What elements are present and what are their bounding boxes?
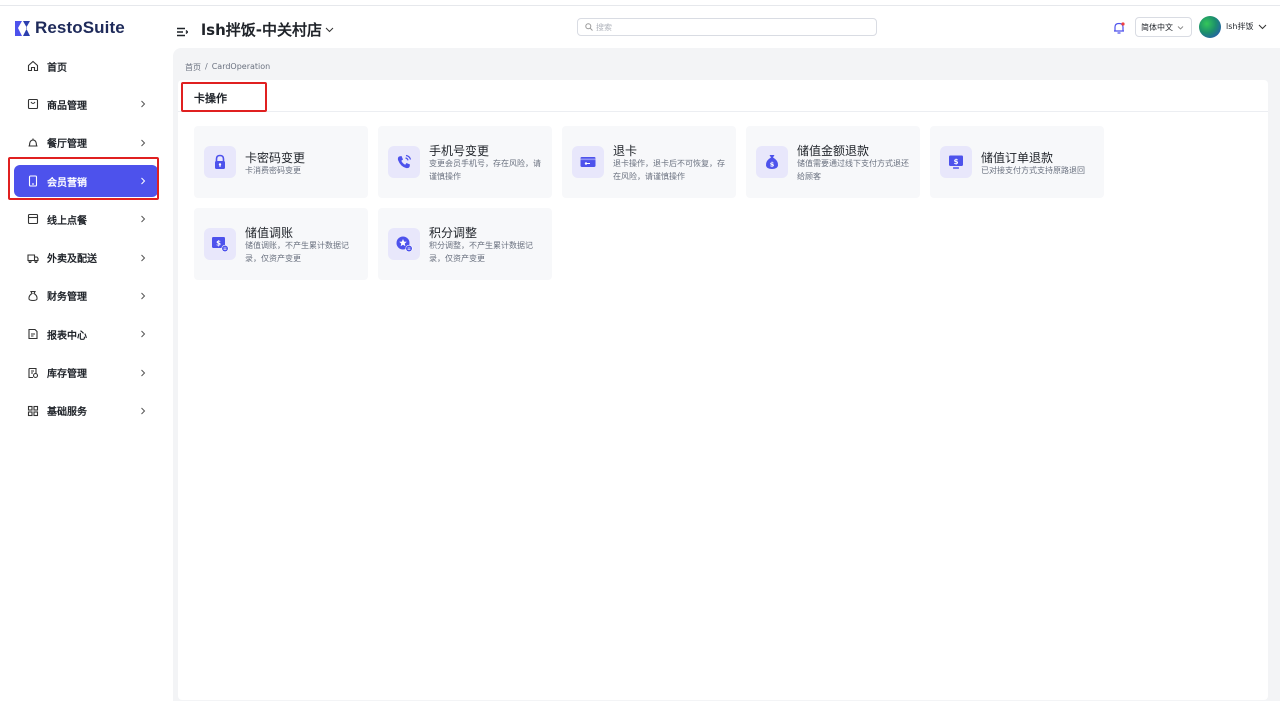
sidebar-item-home[interactable]: 首页 [0,47,173,85]
sidebar-item-label: 商品管理 [47,100,87,112]
menu-collapse-icon[interactable] [176,23,189,37]
delivery-icon [27,252,39,264]
chevron-right-icon [139,292,147,300]
operation-card-password-change[interactable]: 卡密码变更 卡消费密码变更 [194,126,368,198]
sidebar-item-finance[interactable]: 财务管理 [0,277,173,315]
phone-icon [388,146,420,178]
operation-card-stored-value-adjust[interactable]: $ 储值调账 储值调账，不产生累计数据记录，仅资产变更 [194,208,368,280]
operation-title: 积分调整 [429,226,478,240]
sidebar-item-restaurant[interactable]: 餐厅管理 [0,124,173,162]
operation-desc: 储值需要通过线下支付方式退还给顾客 [797,159,909,181]
chevron-right-icon [139,100,147,108]
user-name: lsh拌饭 [1226,22,1254,31]
report-icon [27,328,39,340]
chevron-right-icon [139,177,147,185]
page-title: 卡操作 [194,92,227,105]
sidebar-item-basic-service[interactable]: 基础服务 [0,392,173,430]
operation-desc: 卡消费密码变更 [245,166,301,175]
chevron-right-icon [139,139,147,147]
breadcrumb-home[interactable]: 首页 [185,62,201,73]
svg-text:$: $ [954,158,959,166]
online-order-icon [27,213,39,225]
sidebar-item-label: 会员营销 [47,177,87,189]
card-operation-panel: 卡操作 卡密码变更 卡消费密码变更 手机号变更 变更会员手机号，存在风险，请谨慎… [178,80,1268,700]
restosuite-logo-icon [15,20,30,36]
card-return-icon [572,146,604,178]
breadcrumb-separator: / [205,62,208,71]
sidebar-item-product[interactable]: 商品管理 [0,85,173,123]
breadcrumb: 首页 / CardOperation [185,62,270,73]
notification-bell-icon[interactable] [1112,20,1126,34]
sidebar-item-label: 报表中心 [47,330,87,342]
panel-header: 卡操作 [178,80,1268,112]
operation-desc: 积分调整，不产生累计数据记录，仅资产变更 [429,241,533,263]
operation-desc: 变更会员手机号，存在风险，请谨慎操作 [429,159,541,181]
operation-card-points-adjust[interactable]: 积分调整 积分调整，不产生累计数据记录，仅资产变更 [378,208,552,280]
brand-name: RestoSuite [35,18,125,37]
sidebar-item-label: 基础服务 [47,407,87,419]
sidebar-item-label: 库存管理 [47,369,87,381]
operation-title: 储值金额退款 [797,144,870,158]
search-icon [585,23,593,31]
sidebar-item-inventory[interactable]: 库存管理 [0,353,173,391]
operation-desc: 已对接支付方式支持原路退回 [981,166,1085,175]
brand-logo[interactable]: RestoSuite [14,18,125,38]
chevron-down-icon [325,27,334,33]
restaurant-icon [27,137,39,149]
dollar-adjust-icon: $ [204,228,236,260]
chevron-right-icon [139,407,147,415]
language-selector[interactable]: 简体中文 [1135,17,1192,37]
chevron-down-icon [1259,24,1267,30]
inventory-icon [27,367,39,379]
top-header: lsh拌饭-中关村店 简体中文 lsh拌饭 [173,6,1280,48]
sidebar-item-label: 财务管理 [47,292,87,304]
sidebar: RestoSuite 首页 商品管理 餐厅管理 会员营销 线上点餐 外卖及配送 … [0,6,173,701]
user-menu[interactable]: lsh拌饭 [1226,21,1267,32]
svg-text:$: $ [770,160,775,168]
operation-desc: 储值调账，不产生累计数据记录，仅资产变更 [245,241,349,263]
chevron-right-icon [139,254,147,262]
grid-icon [27,405,39,417]
sidebar-item-label: 首页 [47,62,67,74]
member-icon [27,175,39,187]
operation-card-stored-value-refund[interactable]: $ 储值金额退款 储值需要通过线下支付方式退还给顾客 [746,126,920,198]
operation-title: 手机号变更 [429,144,490,158]
operation-title: 储值调账 [245,226,294,240]
operation-card-phone-change[interactable]: 手机号变更 变更会员手机号，存在风险，请谨慎操作 [378,126,552,198]
search-box[interactable] [577,18,877,36]
sidebar-item-member[interactable]: 会员营销 [0,162,173,200]
sidebar-item-label: 餐厅管理 [47,139,87,151]
store-name: lsh拌饭-中关村店 [201,21,322,39]
sidebar-nav: 首页 商品管理 餐厅管理 会员营销 线上点餐 外卖及配送 财务管理 报表中心 库… [0,47,173,430]
sidebar-item-label: 线上点餐 [47,215,87,227]
sidebar-item-label: 外卖及配送 [47,254,97,266]
chevron-down-icon [1177,25,1184,30]
store-selector[interactable]: lsh拌饭-中关村店 [201,19,334,40]
operation-card-stored-order-refund[interactable]: $ 储值订单退款 已对接支付方式支持原路退回 [930,126,1104,198]
operation-desc: 退卡操作，退卡后不可恢复，存在风险，请谨慎操作 [613,159,725,181]
operation-title: 退卡 [613,144,638,158]
search-input[interactable] [596,22,856,32]
language-label: 简体中文 [1141,22,1173,32]
breadcrumb-current: CardOperation [211,62,271,71]
sidebar-item-online-order[interactable]: 线上点餐 [0,200,173,238]
svg-text:$: $ [216,240,221,248]
chevron-right-icon [139,215,147,223]
chevron-right-icon [139,330,147,338]
main-content: 首页 / CardOperation 卡操作 卡密码变更 卡消费密码变更 手机号… [173,48,1280,701]
avatar[interactable] [1199,16,1221,38]
home-icon [27,60,39,72]
sidebar-item-report[interactable]: 报表中心 [0,315,173,353]
operation-title: 卡密码变更 [245,151,306,165]
lock-icon [204,146,236,178]
sidebar-item-delivery[interactable]: 外卖及配送 [0,238,173,276]
product-icon [27,98,39,110]
points-star-icon [388,228,420,260]
monitor-dollar-icon: $ [940,146,972,178]
operation-title: 储值订单退款 [981,151,1054,165]
chevron-right-icon [139,369,147,377]
operation-card-return-card[interactable]: 退卡 退卡操作，退卡后不可恢复，存在风险，请谨慎操作 [562,126,736,198]
money-bag-icon: $ [756,146,788,178]
finance-icon [27,290,39,302]
